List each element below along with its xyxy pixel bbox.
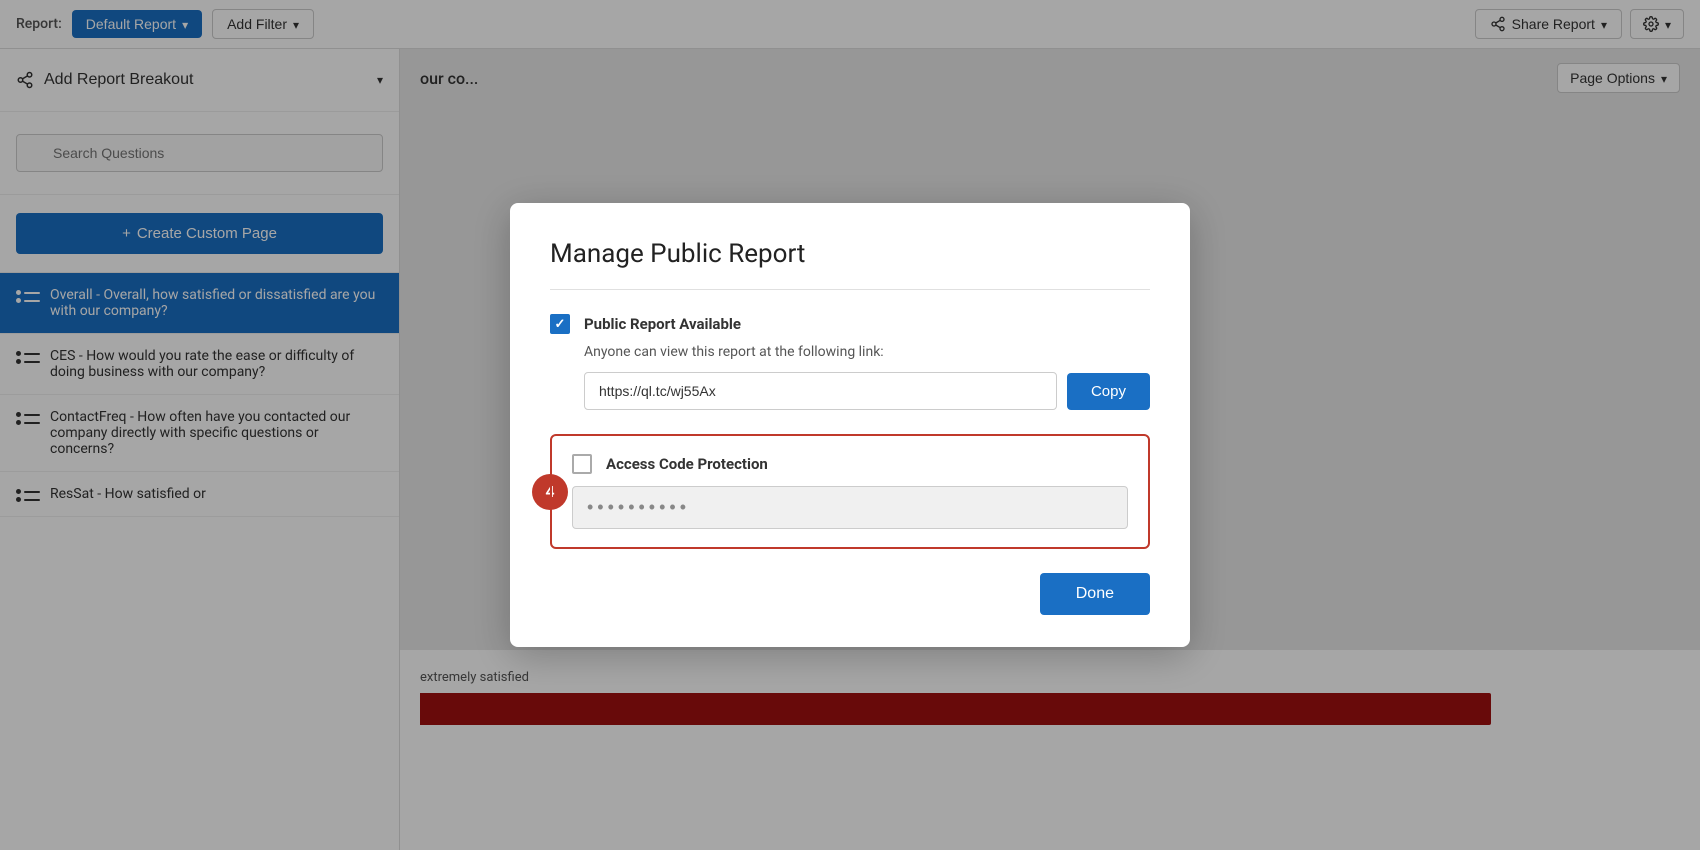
access-code-input[interactable] <box>572 486 1128 529</box>
access-code-wrapper: 4 Access Code Protection <box>550 434 1150 549</box>
modal-overlay: Manage Public Report Public Report Avail… <box>0 0 1700 850</box>
public-report-desc: Anyone can view this report at the follo… <box>584 344 1150 360</box>
done-button[interactable]: Done <box>1040 573 1150 615</box>
public-report-label: Public Report Available <box>584 315 741 333</box>
public-report-row: Public Report Available <box>550 314 1150 334</box>
modal-footer: Done <box>550 573 1150 615</box>
access-code-checkbox[interactable] <box>572 454 592 474</box>
public-report-section: Public Report Available Anyone can view … <box>550 314 1150 410</box>
url-input[interactable] <box>584 372 1057 410</box>
modal-title: Manage Public Report <box>550 239 1150 290</box>
url-row: Copy <box>584 372 1150 410</box>
access-code-row: Access Code Protection <box>572 454 1128 474</box>
access-code-section: Access Code Protection <box>550 434 1150 549</box>
copy-button[interactable]: Copy <box>1067 373 1150 410</box>
manage-public-report-modal: Manage Public Report Public Report Avail… <box>510 203 1190 647</box>
public-report-checkbox[interactable] <box>550 314 570 334</box>
access-code-label: Access Code Protection <box>606 455 768 473</box>
